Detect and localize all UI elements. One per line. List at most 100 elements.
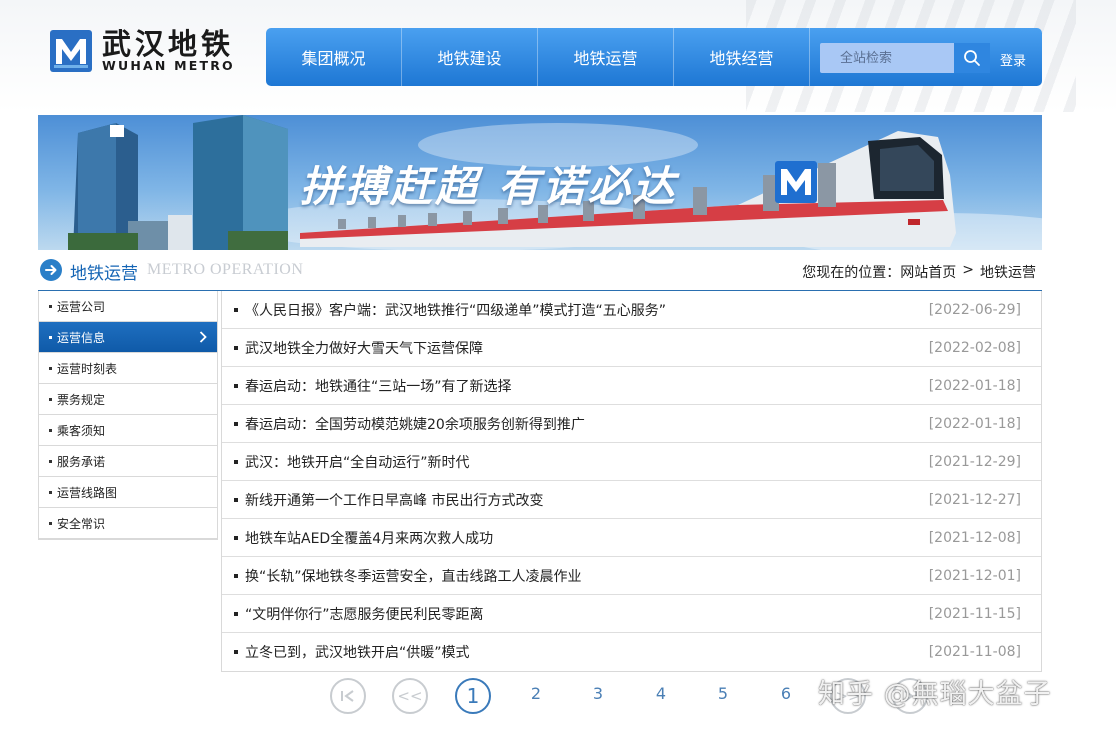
sidebar-item-label: 运营线路图: [57, 485, 118, 500]
bullet-icon: [234, 535, 238, 540]
bullet-icon: [49, 490, 52, 494]
nav-item-construction[interactable]: 地铁建设: [402, 28, 538, 86]
breadcrumb: 您现在的位置： 网站首页 > 地铁运营: [802, 262, 1036, 282]
logo-text-cn: 武汉地铁: [102, 27, 235, 61]
bullet-icon: [234, 307, 238, 312]
sidebar-item-ticket-rules[interactable]: 票务规定: [39, 384, 217, 415]
news-title[interactable]: 换“长轨”保地铁冬季运营安全，直击线路工人凌晨作业: [245, 566, 929, 586]
news-title[interactable]: 春运启动：全国劳动模范姚婕20余项服务创新得到推广: [245, 414, 929, 434]
nav-item-group-overview[interactable]: 集团概况: [266, 28, 402, 86]
bullet-icon: [49, 459, 52, 463]
news-title[interactable]: 地铁车站AED全覆盖4月来两次救人成功: [245, 528, 929, 548]
sidebar-item-passenger-notice[interactable]: 乘客须知: [39, 415, 217, 446]
page-number: 1: [466, 684, 480, 708]
news-date: [2021-12-27]: [928, 491, 1021, 508]
sidebar-item-label: 乘客须知: [57, 423, 106, 438]
sidebar-item-label: 运营公司: [57, 299, 106, 314]
page-6-link[interactable]: 6: [776, 684, 796, 703]
bullet-icon: [234, 650, 238, 654]
news-date: [2021-12-08]: [928, 529, 1021, 546]
news-date: [2021-11-08]: [928, 644, 1021, 660]
sidebar-item-operating-company[interactable]: 运营公司: [39, 291, 217, 322]
bullet-icon: [234, 611, 238, 616]
news-date: [2021-11-15]: [928, 605, 1021, 622]
news-list: 《人民日报》客户端：武汉地铁推行“四级递单”模式打造“五心服务” [2022-0…: [221, 291, 1042, 672]
bullet-icon: [234, 459, 238, 464]
search-icon: [964, 50, 980, 66]
list-item[interactable]: 地铁车站AED全覆盖4月来两次救人成功 [2021-12-08]: [222, 519, 1041, 557]
news-title[interactable]: 武汉：地铁开启“全自动运行”新时代: [245, 452, 929, 472]
sidebar-item-label: 服务承诺: [57, 454, 106, 469]
news-date: [2022-01-18]: [928, 415, 1021, 432]
metro-logo-icon: [50, 30, 92, 72]
main-nav: 集团概况 地铁建设 地铁运营 地铁经营 登录: [266, 28, 1042, 86]
list-item[interactable]: 新线开通第一个工作日早高峰 市民出行方式改变 [2021-12-27]: [222, 481, 1041, 519]
section-title: 地铁运营: [70, 264, 138, 284]
bullet-icon: [234, 573, 238, 578]
banner-slogan: 拼搏赶超 有诺必达: [300, 162, 678, 211]
list-item[interactable]: “文明伴你行”志愿服务便民利民零距离 [2021-11-15]: [222, 595, 1041, 633]
news-title[interactable]: 春运启动：地铁通往“三站一场”有了新选择: [245, 376, 929, 396]
prev-page-button[interactable]: <<: [392, 678, 428, 714]
news-title[interactable]: “文明伴你行”志愿服务便民利民零距离: [245, 604, 929, 624]
bullet-icon: [49, 304, 52, 308]
first-page-button[interactable]: [330, 678, 366, 714]
prev-page-icon: <<: [397, 687, 423, 705]
nav-item-business[interactable]: 地铁经营: [674, 28, 810, 86]
sidebar-item-route-map[interactable]: 运营线路图: [39, 477, 217, 508]
news-date: [2021-12-01]: [928, 567, 1021, 584]
sidebar-item-label: 运营信息: [57, 330, 106, 345]
sidebar-item-label: 票务规定: [57, 392, 106, 407]
page-2-link[interactable]: 2: [526, 684, 546, 703]
sidebar-item-safety-tips[interactable]: 安全常识: [39, 508, 217, 539]
sidebar: 运营公司 运营信息 运营时刻表 票务规定 乘客须知 服务承诺 运营线路图 安全常…: [38, 291, 218, 540]
arrow-right-circle-icon: [40, 259, 62, 281]
search-input[interactable]: [820, 43, 954, 73]
bullet-icon: [234, 497, 238, 502]
bullet-icon: [234, 421, 238, 426]
page-5-link[interactable]: 5: [713, 684, 733, 703]
first-page-icon: [341, 690, 354, 702]
sidebar-item-label: 安全常识: [57, 516, 106, 531]
list-item[interactable]: 立冬已到，武汉地铁开启“供暖”模式 [2021-11-08]: [222, 633, 1041, 671]
sidebar-item-operation-info[interactable]: 运营信息: [39, 322, 217, 353]
bullet-icon: [49, 428, 52, 432]
search-button[interactable]: [954, 43, 990, 73]
news-title[interactable]: 武汉地铁全力做好大雪天气下运营保障: [245, 338, 929, 358]
news-date: [2022-06-29]: [928, 301, 1021, 318]
breadcrumb-home[interactable]: 网站首页: [900, 262, 956, 282]
logo[interactable]: 武汉地铁 WUHAN METRO: [50, 28, 260, 74]
page-1-button[interactable]: 1: [455, 678, 491, 714]
sidebar-item-service-promise[interactable]: 服务承诺: [39, 446, 217, 477]
sidebar-item-timetable[interactable]: 运营时刻表: [39, 353, 217, 384]
bullet-icon: [234, 345, 238, 350]
list-item[interactable]: 春运启动：全国劳动模范姚婕20余项服务创新得到推广 [2022-01-18]: [222, 405, 1041, 443]
news-title[interactable]: 《人民日报》客户端：武汉地铁推行“四级递单”模式打造“五心服务”: [245, 300, 929, 320]
list-item[interactable]: 《人民日报》客户端：武汉地铁推行“四级递单”模式打造“五心服务” [2022-0…: [222, 291, 1041, 329]
news-date: [2021-12-29]: [928, 453, 1021, 470]
list-item[interactable]: 换“长轨”保地铁冬季运营安全，直击线路工人凌晨作业 [2021-12-01]: [222, 557, 1041, 595]
nav-item-operation[interactable]: 地铁运营: [538, 28, 674, 86]
sidebar-item-label: 运营时刻表: [57, 361, 118, 376]
bullet-icon: [49, 366, 52, 370]
login-link[interactable]: 登录: [1000, 50, 1026, 69]
page-4-link[interactable]: 4: [651, 684, 671, 703]
bullet-icon: [234, 383, 238, 388]
list-item[interactable]: 武汉：地铁开启“全自动运行”新时代 [2021-12-29]: [222, 443, 1041, 481]
news-title[interactable]: 立冬已到，武汉地铁开启“供暖”模式: [245, 642, 929, 662]
section-subtitle: METRO OPERATION: [147, 261, 304, 278]
chevron-right-icon: [199, 331, 207, 343]
breadcrumb-prefix: 您现在的位置：: [802, 265, 901, 281]
news-date: [2022-01-18]: [928, 377, 1021, 394]
list-item[interactable]: 武汉地铁全力做好大雪天气下运营保障 [2022-02-08]: [222, 329, 1041, 367]
news-title[interactable]: 新线开通第一个工作日早高峰 市民出行方式改变: [245, 490, 929, 510]
news-date: [2022-02-08]: [928, 339, 1021, 356]
breadcrumb-current[interactable]: 地铁运营: [980, 262, 1036, 282]
watermark: 知乎 @無瑙大盆子: [818, 679, 1052, 710]
logo-text-en: WUHAN METRO: [102, 58, 235, 73]
breadcrumb-separator: >: [962, 262, 974, 278]
bullet-icon: [49, 521, 52, 525]
banner: 拼搏赶超 有诺必达: [38, 115, 1042, 250]
list-item[interactable]: 春运启动：地铁通往“三站一场”有了新选择 [2022-01-18]: [222, 367, 1041, 405]
page-3-link[interactable]: 3: [588, 684, 608, 703]
